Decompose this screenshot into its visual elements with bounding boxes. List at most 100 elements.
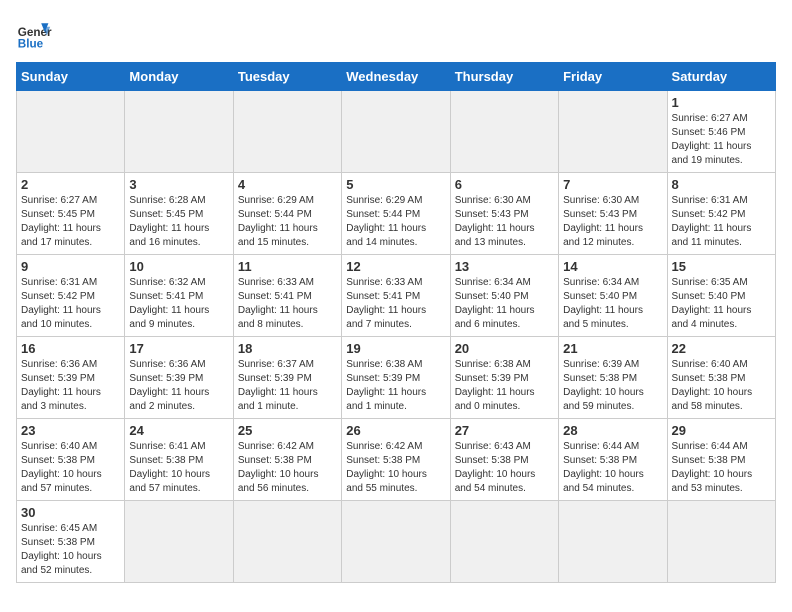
day-number: 13 (455, 259, 554, 274)
calendar-day-cell: 8 Sunrise: 6:31 AM Sunset: 5:42 PM Daylig… (667, 173, 775, 255)
day-number: 6 (455, 177, 554, 192)
calendar-day-cell (667, 501, 775, 583)
day-number: 15 (672, 259, 771, 274)
day-info: Sunrise: 6:28 AM Sunset: 5:45 PM Dayligh… (129, 194, 228, 250)
day-number: 21 (563, 341, 662, 356)
calendar-day-cell: 7 Sunrise: 6:30 AM Sunset: 5:43 PM Daylig… (559, 173, 667, 255)
day-info: Sunrise: 6:38 AM Sunset: 5:39 PM Dayligh… (455, 358, 554, 414)
calendar-day-cell: 16 Sunrise: 6:36 AM Sunset: 5:39 PM Dayli… (17, 337, 125, 419)
weekday-header-friday: Friday (559, 63, 667, 91)
day-info: Sunrise: 6:44 AM Sunset: 5:38 PM Dayligh… (672, 440, 771, 496)
calendar-header: SundayMondayTuesdayWednesdayThursdayFrid… (17, 63, 776, 91)
day-number: 9 (21, 259, 120, 274)
calendar-day-cell: 29 Sunrise: 6:44 AM Sunset: 5:38 PM Dayli… (667, 419, 775, 501)
calendar-day-cell: 6Sunrise: 6:30 AM Sunset: 5:43 PM Daylig… (450, 173, 558, 255)
day-info: Sunrise: 6:42 AM Sunset: 5:38 PM Dayligh… (346, 440, 445, 496)
day-number: 19 (346, 341, 445, 356)
day-number: 17 (129, 341, 228, 356)
day-info: Sunrise: 6:33 AM Sunset: 5:41 PM Dayligh… (238, 276, 337, 332)
calendar-day-cell (342, 91, 450, 173)
day-number: 10 (129, 259, 228, 274)
day-info: Sunrise: 6:29 AM Sunset: 5:44 PM Dayligh… (238, 194, 337, 250)
calendar-day-cell: 3 Sunrise: 6:28 AM Sunset: 5:45 PM Daylig… (125, 173, 233, 255)
day-number: 28 (563, 423, 662, 438)
calendar-day-cell: 2Sunrise: 6:27 AM Sunset: 5:45 PM Daylig… (17, 173, 125, 255)
day-number: 26 (346, 423, 445, 438)
calendar-day-cell: 22 Sunrise: 6:40 AM Sunset: 5:38 PM Dayli… (667, 337, 775, 419)
day-info: Sunrise: 6:36 AM Sunset: 5:39 PM Dayligh… (129, 358, 228, 414)
calendar-day-cell (342, 501, 450, 583)
day-number: 7 (563, 177, 662, 192)
day-info: Sunrise: 6:40 AM Sunset: 5:38 PM Dayligh… (21, 440, 120, 496)
svg-text:Blue: Blue (18, 38, 44, 51)
calendar-week-row: 1 Sunrise: 6:27 AM Sunset: 5:46 PM Daylig… (17, 91, 776, 173)
calendar-day-cell: 18Sunrise: 6:37 AM Sunset: 5:39 PM Dayli… (233, 337, 341, 419)
calendar-day-cell: 20 Sunrise: 6:38 AM Sunset: 5:39 PM Dayli… (450, 337, 558, 419)
day-info: Sunrise: 6:27 AM Sunset: 5:45 PM Dayligh… (21, 194, 120, 250)
day-number: 30 (21, 505, 120, 520)
calendar-day-cell: 23Sunrise: 6:40 AM Sunset: 5:38 PM Dayli… (17, 419, 125, 501)
calendar-day-cell: 5 Sunrise: 6:29 AM Sunset: 5:44 PM Daylig… (342, 173, 450, 255)
day-info: Sunrise: 6:43 AM Sunset: 5:38 PM Dayligh… (455, 440, 554, 496)
calendar-day-cell: 21 Sunrise: 6:39 AM Sunset: 5:38 PM Dayli… (559, 337, 667, 419)
day-number: 14 (563, 259, 662, 274)
calendar-day-cell (17, 91, 125, 173)
day-info: Sunrise: 6:42 AM Sunset: 5:38 PM Dayligh… (238, 440, 337, 496)
day-info: Sunrise: 6:29 AM Sunset: 5:44 PM Dayligh… (346, 194, 445, 250)
calendar-week-row: 2Sunrise: 6:27 AM Sunset: 5:45 PM Daylig… (17, 173, 776, 255)
day-info: Sunrise: 6:33 AM Sunset: 5:41 PM Dayligh… (346, 276, 445, 332)
calendar-week-row: 30 Sunrise: 6:45 AM Sunset: 5:38 PM Dayli… (17, 501, 776, 583)
day-number: 29 (672, 423, 771, 438)
weekday-header-tuesday: Tuesday (233, 63, 341, 91)
calendar-day-cell: 27 Sunrise: 6:43 AM Sunset: 5:38 PM Dayli… (450, 419, 558, 501)
weekday-header-saturday: Saturday (667, 63, 775, 91)
day-info: Sunrise: 6:37 AM Sunset: 5:39 PM Dayligh… (238, 358, 337, 414)
calendar-day-cell: 28 Sunrise: 6:44 AM Sunset: 5:38 PM Dayli… (559, 419, 667, 501)
calendar-day-cell: 11Sunrise: 6:33 AM Sunset: 5:41 PM Dayli… (233, 255, 341, 337)
day-number: 20 (455, 341, 554, 356)
calendar-day-cell: 1 Sunrise: 6:27 AM Sunset: 5:46 PM Daylig… (667, 91, 775, 173)
day-number: 1 (672, 95, 771, 110)
day-number: 16 (21, 341, 120, 356)
day-number: 3 (129, 177, 228, 192)
day-number: 8 (672, 177, 771, 192)
calendar-day-cell: 26 Sunrise: 6:42 AM Sunset: 5:38 PM Dayli… (342, 419, 450, 501)
calendar-day-cell (233, 91, 341, 173)
day-number: 12 (346, 259, 445, 274)
day-number: 4 (238, 177, 337, 192)
day-info: Sunrise: 6:34 AM Sunset: 5:40 PM Dayligh… (563, 276, 662, 332)
calendar-day-cell (450, 501, 558, 583)
day-info: Sunrise: 6:30 AM Sunset: 5:43 PM Dayligh… (563, 194, 662, 250)
calendar-day-cell: 10 Sunrise: 6:32 AM Sunset: 5:41 PM Dayli… (125, 255, 233, 337)
weekday-header-sunday: Sunday (17, 63, 125, 91)
day-info: Sunrise: 6:41 AM Sunset: 5:38 PM Dayligh… (129, 440, 228, 496)
day-number: 5 (346, 177, 445, 192)
day-info: Sunrise: 6:31 AM Sunset: 5:42 PM Dayligh… (672, 194, 771, 250)
day-info: Sunrise: 6:40 AM Sunset: 5:38 PM Dayligh… (672, 358, 771, 414)
weekday-header-thursday: Thursday (450, 63, 558, 91)
calendar-day-cell (125, 91, 233, 173)
day-info: Sunrise: 6:31 AM Sunset: 5:42 PM Dayligh… (21, 276, 120, 332)
calendar-day-cell: 24 Sunrise: 6:41 AM Sunset: 5:38 PM Dayli… (125, 419, 233, 501)
day-info: Sunrise: 6:27 AM Sunset: 5:46 PM Dayligh… (672, 112, 771, 168)
page-header: General Blue (16, 16, 776, 52)
calendar-week-row: 16 Sunrise: 6:36 AM Sunset: 5:39 PM Dayli… (17, 337, 776, 419)
calendar-week-row: 9 Sunrise: 6:31 AM Sunset: 5:42 PM Daylig… (17, 255, 776, 337)
day-number: 22 (672, 341, 771, 356)
calendar-day-cell: 9 Sunrise: 6:31 AM Sunset: 5:42 PM Daylig… (17, 255, 125, 337)
calendar-day-cell (450, 91, 558, 173)
calendar-day-cell (559, 501, 667, 583)
calendar-day-cell (125, 501, 233, 583)
weekday-header-wednesday: Wednesday (342, 63, 450, 91)
day-info: Sunrise: 6:45 AM Sunset: 5:38 PM Dayligh… (21, 522, 120, 578)
day-number: 27 (455, 423, 554, 438)
day-info: Sunrise: 6:36 AM Sunset: 5:39 PM Dayligh… (21, 358, 120, 414)
day-info: Sunrise: 6:32 AM Sunset: 5:41 PM Dayligh… (129, 276, 228, 332)
calendar-day-cell: 12 Sunrise: 6:33 AM Sunset: 5:41 PM Dayli… (342, 255, 450, 337)
day-number: 25 (238, 423, 337, 438)
day-info: Sunrise: 6:39 AM Sunset: 5:38 PM Dayligh… (563, 358, 662, 414)
calendar-day-cell (233, 501, 341, 583)
calendar-day-cell: 19Sunrise: 6:38 AM Sunset: 5:39 PM Dayli… (342, 337, 450, 419)
day-info: Sunrise: 6:44 AM Sunset: 5:38 PM Dayligh… (563, 440, 662, 496)
day-number: 24 (129, 423, 228, 438)
